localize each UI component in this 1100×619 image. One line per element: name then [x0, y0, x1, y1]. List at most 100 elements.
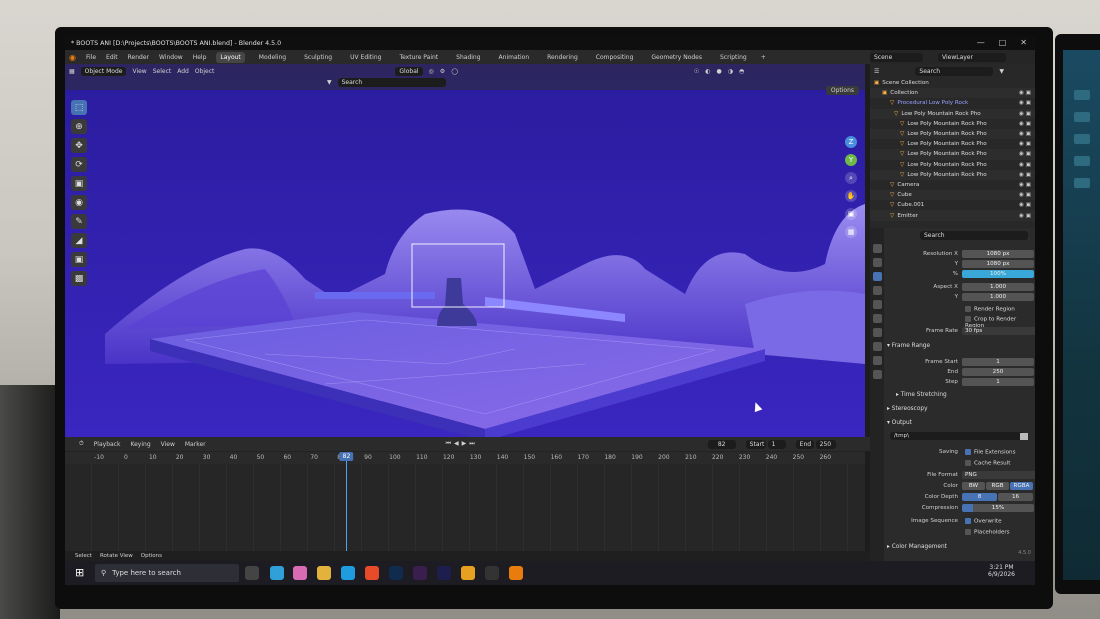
- folder-icon[interactable]: [1020, 433, 1028, 440]
- unreal-engine-icon[interactable]: [485, 566, 499, 580]
- visibility-eye-icon[interactable]: ◉ ▣: [1019, 151, 1031, 157]
- menu-file[interactable]: File: [86, 54, 96, 61]
- cursor-icon[interactable]: ⊕: [71, 119, 87, 134]
- visibility-eye-icon[interactable]: ◉ ▣: [1019, 213, 1031, 219]
- playhead[interactable]: [346, 452, 348, 551]
- outliner-editor-icon[interactable]: ☰: [874, 68, 879, 75]
- transform-orientation-dropdown[interactable]: Global: [395, 67, 423, 76]
- output-path-field[interactable]: /tmp\: [890, 432, 1024, 440]
- outliner-item[interactable]: ▽ Cube.001 ◉ ▣: [870, 200, 1035, 211]
- tab-geometry-nodes[interactable]: Geometry Nodes: [647, 52, 706, 63]
- outliner-item[interactable]: ▽ Low Poly Mountain Rock Pho ◉ ▣: [870, 108, 1035, 119]
- color-depth-16-button[interactable]: 16: [998, 493, 1033, 501]
- menu-help[interactable]: Help: [193, 54, 207, 61]
- measure-icon[interactable]: ◢: [71, 233, 87, 248]
- visibility-eye-icon[interactable]: ◉ ▣: [1019, 141, 1031, 147]
- tool-tab-icon[interactable]: [872, 244, 882, 253]
- frame-start-field[interactable]: 1: [962, 358, 1034, 366]
- outliner[interactable]: ☰ Search ▼ ▣ Scene Collection ▣ Collection ◉…: [870, 64, 1035, 228]
- tab-compositing[interactable]: Compositing: [592, 52, 638, 63]
- compression-slider[interactable]: 15%: [962, 504, 1034, 512]
- frame-end-field[interactable]: 250: [962, 368, 1034, 376]
- color-bw-button[interactable]: BW: [962, 482, 985, 490]
- outliner-item[interactable]: ▣ Collection ◉ ▣: [870, 88, 1035, 99]
- photoshop-icon[interactable]: [389, 566, 403, 580]
- tab-animation[interactable]: Animation: [495, 52, 534, 63]
- visibility-eye-icon[interactable]: ◉ ▣: [1019, 172, 1031, 178]
- proportional-edit-icon[interactable]: ◯: [451, 68, 458, 75]
- tab-scripting[interactable]: Scripting: [716, 52, 751, 63]
- render-region-checkbox[interactable]: Render Region: [965, 306, 1015, 313]
- visibility-eye-icon[interactable]: ◉ ▣: [1019, 131, 1031, 137]
- world-tab-icon[interactable]: [872, 314, 882, 323]
- viewport-menu-view[interactable]: View: [132, 68, 146, 75]
- close-icon[interactable]: ✕: [1020, 38, 1027, 47]
- particles-tab-icon[interactable]: [872, 356, 882, 365]
- outliner-item[interactable]: ▽ Camera ◉ ▣: [870, 179, 1035, 191]
- outliner-item[interactable]: ▽ Low Poly Mountain Rock Pho ◉ ▣: [870, 159, 1035, 170]
- visibility-eye-icon[interactable]: ◉ ▣: [1019, 192, 1031, 198]
- timeline-editor[interactable]: ⏱ Playback Keying View Marker ⏮◀▶⏭ 82 St…: [65, 437, 879, 551]
- visibility-eye-icon[interactable]: ◉ ▣: [1019, 121, 1031, 127]
- maximize-icon[interactable]: □: [999, 38, 1007, 47]
- visibility-eye-icon[interactable]: ◉ ▣: [1019, 182, 1031, 188]
- camera-view-icon[interactable]: ▣: [845, 208, 857, 220]
- after-effects-icon[interactable]: [437, 566, 451, 580]
- visibility-eye-icon[interactable]: ◉ ▣: [1019, 111, 1031, 117]
- filter-icon[interactable]: ▼: [327, 79, 332, 86]
- physics-tab-icon[interactable]: [872, 370, 882, 379]
- ortho-grid-icon[interactable]: ▦: [845, 226, 857, 238]
- tab-sculpting[interactable]: Sculpting: [300, 52, 336, 63]
- tab-uv-editing[interactable]: UV Editing: [346, 52, 385, 63]
- editor-type-icon[interactable]: ▦: [69, 68, 75, 75]
- edge-browser-icon[interactable]: [341, 566, 355, 580]
- outliner-item[interactable]: ▽ Emitter ◉ ▣: [870, 210, 1035, 221]
- aspect-y-field[interactable]: 1.000: [962, 293, 1034, 301]
- outliner-item[interactable]: ▣ Scene Collection: [870, 78, 1035, 89]
- visibility-eye-icon[interactable]: ◉ ▣: [1019, 100, 1031, 106]
- add-cube-icon[interactable]: ▣: [71, 252, 87, 267]
- tab-rendering[interactable]: Rendering: [543, 52, 582, 63]
- frame-step-field[interactable]: 1: [962, 378, 1034, 386]
- scene-tab-icon[interactable]: [872, 300, 882, 309]
- output-header[interactable]: ▾ Output: [887, 420, 912, 426]
- resolution-percent-field[interactable]: 100%: [962, 270, 1034, 278]
- move-icon[interactable]: ✥: [71, 138, 87, 153]
- object-tab-icon[interactable]: [872, 328, 882, 337]
- menu-edit[interactable]: Edit: [106, 54, 118, 61]
- outliner-search[interactable]: Search: [915, 66, 994, 76]
- 3d-viewport[interactable]: ▦ Object Mode View Select Add Object Glo…: [65, 64, 865, 437]
- current-frame-field[interactable]: 82: [707, 439, 736, 449]
- visibility-eye-icon[interactable]: ◉ ▣: [1019, 202, 1031, 208]
- viewport-menu-add[interactable]: Add: [177, 68, 189, 75]
- color-depth-8-button[interactable]: 8: [962, 493, 997, 501]
- widgets-icon[interactable]: [270, 566, 284, 580]
- color-rgba-button[interactable]: RGBA: [1010, 482, 1033, 490]
- properties-search[interactable]: Search: [920, 231, 1028, 240]
- playhead-frame-badge[interactable]: 82: [339, 452, 354, 461]
- visibility-eye-icon[interactable]: ◉ ▣: [1019, 90, 1031, 96]
- aspect-x-field[interactable]: 1.000: [962, 283, 1034, 291]
- render-tab-icon[interactable]: [872, 258, 882, 267]
- rotate-icon[interactable]: ⟳: [71, 157, 87, 172]
- shading-rendered-icon[interactable]: ◓: [739, 68, 744, 75]
- taskbar-search[interactable]: ⚲ Type here to search: [95, 564, 239, 582]
- outliner-item[interactable]: ▽ Low Poly Mountain Rock Pho ◉ ▣: [870, 169, 1035, 180]
- timeline-tracks[interactable]: [65, 464, 865, 551]
- shading-solid-icon[interactable]: ●: [717, 68, 722, 75]
- properties-editor[interactable]: Search Resolution X 1080 px Y 1080 px % 100…: [870, 228, 1035, 577]
- timeline-editor-type-icon[interactable]: ⏱: [79, 440, 84, 448]
- outliner-item[interactable]: ▽ Low Poly Mountain Rock Pho ◉ ▣: [870, 128, 1035, 140]
- start-frame-field[interactable]: 1: [767, 439, 786, 449]
- timeline-ruler[interactable]: -100102030405060708090100110120130140150…: [65, 452, 865, 464]
- color-rgb-button[interactable]: RGB: [986, 482, 1009, 490]
- file-format-dropdown[interactable]: PNG: [962, 471, 1035, 479]
- menu-window[interactable]: Window: [159, 54, 183, 61]
- end-frame-field[interactable]: 250: [815, 439, 836, 449]
- outliner-item[interactable]: ▽ Low Poly Mountain Rock Pho ◉ ▣: [870, 139, 1035, 150]
- view-layer-tab-icon[interactable]: [872, 286, 882, 295]
- system-tray-clock[interactable]: 3:21 PM 6/9/2026: [988, 564, 1015, 578]
- resolution-x-field[interactable]: 1080 px: [962, 250, 1034, 258]
- options-dropdown[interactable]: Options: [825, 86, 859, 95]
- resolution-y-field[interactable]: 1080 px: [962, 260, 1034, 268]
